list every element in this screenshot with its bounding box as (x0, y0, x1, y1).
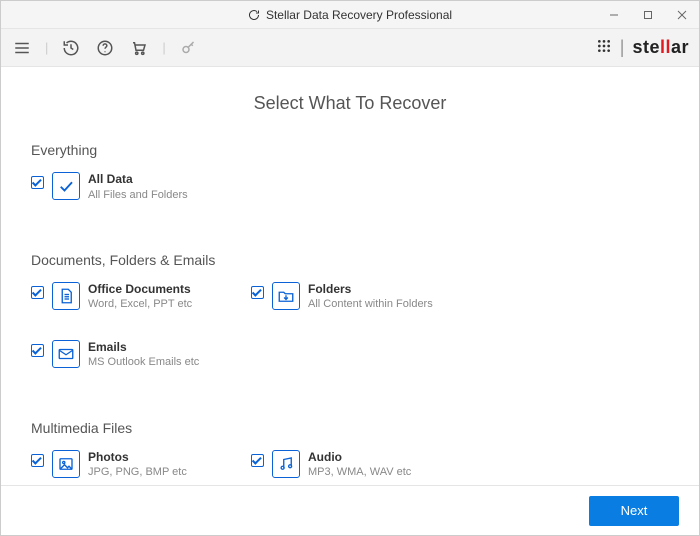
item-title: Emails (88, 340, 199, 356)
row-docs: Office Documents Word, Excel, PPT etc Fo… (31, 278, 669, 374)
item-text: Emails MS Outlook Emails etc (88, 340, 199, 370)
item-title: Photos (88, 450, 187, 466)
key-icon[interactable] (178, 37, 200, 59)
item-emails[interactable]: Emails MS Outlook Emails etc (31, 336, 231, 374)
item-photos[interactable]: Photos JPG, PNG, BMP etc (31, 446, 231, 484)
item-text: Audio MP3, WMA, WAV etc (308, 450, 411, 480)
brand-separator: | (620, 37, 625, 58)
content-area: Select What To Recover Everything All Da… (1, 67, 699, 485)
close-button[interactable] (665, 1, 699, 28)
titlebar: Stellar Data Recovery Professional (1, 1, 699, 29)
item-all-data[interactable]: All Data All Files and Folders (31, 168, 231, 206)
page-title: Select What To Recover (31, 93, 669, 114)
item-text: Folders All Content within Folders (308, 282, 433, 312)
item-text: Photos JPG, PNG, BMP etc (88, 450, 187, 480)
item-sub: MP3, WMA, WAV etc (308, 465, 411, 479)
toolbar-separator: | (45, 40, 48, 55)
checkbox-audio[interactable] (251, 454, 264, 467)
item-sub: All Content within Folders (308, 297, 433, 311)
checkbox-folders[interactable] (251, 286, 264, 299)
window-title-text: Stellar Data Recovery Professional (266, 8, 452, 22)
brand: | stellar (596, 37, 689, 58)
item-text: Office Documents Word, Excel, PPT etc (88, 282, 192, 312)
footer: Next (1, 485, 699, 535)
item-office-documents[interactable]: Office Documents Word, Excel, PPT etc (31, 278, 231, 316)
document-icon (52, 282, 80, 310)
check-icon (52, 172, 80, 200)
item-folders[interactable]: Folders All Content within Folders (251, 278, 451, 316)
section-title-media: Multimedia Files (31, 420, 669, 436)
music-icon (272, 450, 300, 478)
brand-logo: stellar (632, 37, 689, 58)
toolbar-separator: | (162, 40, 165, 55)
app-icon (248, 9, 260, 21)
item-sub: Word, Excel, PPT etc (88, 297, 192, 311)
cart-icon[interactable] (128, 37, 150, 59)
item-title: Office Documents (88, 282, 192, 298)
section-title-docs: Documents, Folders & Emails (31, 252, 669, 268)
item-title: Folders (308, 282, 433, 298)
checkbox-all-data[interactable] (31, 176, 44, 189)
history-icon[interactable] (60, 37, 82, 59)
minimize-button[interactable] (597, 1, 631, 28)
item-title: All Data (88, 172, 188, 188)
apps-grid-icon[interactable] (596, 38, 612, 57)
item-audio[interactable]: Audio MP3, WMA, WAV etc (251, 446, 451, 484)
item-sub: All Files and Folders (88, 188, 188, 202)
mail-icon (52, 340, 80, 368)
item-sub: JPG, PNG, BMP etc (88, 465, 187, 479)
window-controls (597, 1, 699, 28)
maximize-button[interactable] (631, 1, 665, 28)
section-title-everything: Everything (31, 142, 669, 158)
row-everything: All Data All Files and Folders (31, 168, 669, 206)
next-button[interactable]: Next (589, 496, 679, 526)
checkbox-office-documents[interactable] (31, 286, 44, 299)
app-window: Stellar Data Recovery Professional | | (0, 0, 700, 536)
menu-icon[interactable] (11, 37, 33, 59)
folder-download-icon (272, 282, 300, 310)
checkbox-emails[interactable] (31, 344, 44, 357)
row-media: Photos JPG, PNG, BMP etc Audio MP3, WMA,… (31, 446, 669, 485)
help-icon[interactable] (94, 37, 116, 59)
item-text: All Data All Files and Folders (88, 172, 188, 202)
item-sub: MS Outlook Emails etc (88, 355, 199, 369)
window-title: Stellar Data Recovery Professional (248, 8, 452, 22)
item-title: Audio (308, 450, 411, 466)
checkbox-photos[interactable] (31, 454, 44, 467)
image-icon (52, 450, 80, 478)
toolbar: | | | stellar (1, 29, 699, 67)
